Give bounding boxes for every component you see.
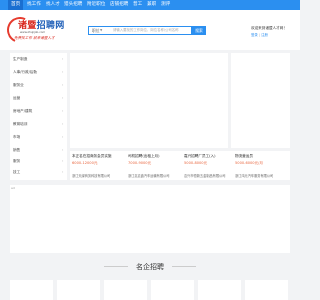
- category-item[interactable]: 运营: [13, 96, 20, 101]
- nav-find-talent[interactable]: 找人才: [46, 0, 60, 10]
- chevron-right-icon: ›: [62, 159, 64, 163]
- job-title[interactable]: 本正名在招商务会员实施: [72, 154, 112, 159]
- chevron-right-icon: ›: [62, 148, 64, 152]
- job-company[interactable]: 浙江天绿商务科技有限公司: [72, 173, 110, 178]
- chevron-right-icon: ›: [62, 122, 64, 126]
- nav-part-time[interactable]: 兼职: [147, 0, 156, 10]
- nav-shop-jobs[interactable]: 店铺招聘: [110, 0, 128, 10]
- logo-tagline: 免费找工作 就来诸暨人才: [14, 36, 55, 40]
- logo-url: www.zhujijob.com: [20, 30, 46, 34]
- ad-banner[interactable]: ad: [10, 185, 290, 253]
- chevron-right-icon: ›: [62, 83, 64, 87]
- job-title[interactable]: 嘉兴招聘厂员工(入): [184, 154, 216, 159]
- side-panel: [231, 53, 290, 148]
- company-tile[interactable]: [10, 280, 53, 300]
- job-salary: 7000-9000元: [128, 161, 152, 165]
- chevron-right-icon: ›: [62, 57, 64, 61]
- company-tile[interactable]: [151, 280, 194, 300]
- register-link[interactable]: 注册: [261, 33, 268, 37]
- job-company[interactable]: 浙江嘉嘉鑫汽车运输有限公司: [128, 173, 169, 178]
- category-item[interactable]: 市场: [13, 135, 20, 140]
- section-title: 名企招聘: [136, 263, 164, 271]
- job-salary: 5000-8000元: [184, 161, 208, 165]
- nav-assessment[interactable]: 测评: [161, 0, 170, 10]
- category-item[interactable]: 房地产/建筑: [13, 109, 32, 114]
- company-tile[interactable]: [198, 280, 241, 300]
- nav-find-job[interactable]: 找工作: [27, 0, 41, 10]
- broken-image-icon: ad: [11, 186, 15, 190]
- chevron-right-icon: ›: [62, 109, 64, 113]
- job-title[interactable]: 司机招聘(出租上月): [128, 154, 160, 159]
- nav-home[interactable]: 首页: [8, 0, 24, 10]
- category-sidebar: 生产制造 › 人事/行政/后勤 › 服务业 › 运营 › 房地产/建筑 › 教育培训 › 市…: [10, 53, 67, 180]
- login-link[interactable]: 登录: [251, 33, 258, 37]
- top-nav: 首页 找工作 找人才 猎头招聘 附近职位 店铺招聘 普工 兼职 测评: [0, 0, 300, 10]
- company-tile[interactable]: [245, 280, 288, 300]
- job-salary: 5000-6000元/月: [235, 161, 263, 165]
- category-item[interactable]: 服务业: [13, 83, 24, 88]
- chevron-right-icon: ›: [62, 70, 64, 74]
- category-item[interactable]: 服务: [13, 159, 20, 164]
- nav-headhunting[interactable]: 猎头招聘: [64, 0, 82, 10]
- job-company[interactable]: 浙江鸿元汽车服务有限公司: [235, 173, 273, 178]
- welcome-text: 欢迎来到诸暨人才网！: [251, 26, 287, 30]
- chevron-right-icon: ›: [62, 135, 64, 139]
- job-card[interactable]: 物流营运员 5000-6000元/月 浙江鸿元汽车服务有限公司: [233, 151, 290, 180]
- main-banner[interactable]: [70, 53, 228, 148]
- category-item[interactable]: 人事/行政/后勤: [13, 70, 37, 75]
- divider: [172, 266, 196, 267]
- search-button[interactable]: 搜索: [192, 26, 206, 35]
- job-card[interactable]: 嘉兴招聘厂员工(入) 5000-8000元 嘉兴市恒新五金制品有限公司: [182, 151, 239, 180]
- job-card[interactable]: 本正名在招商务会员实施 6000-12000元 浙江天绿商务科技有限公司: [70, 151, 127, 180]
- category-item[interactable]: 技工: [13, 170, 20, 175]
- chevron-down-icon[interactable]: ▼: [100, 27, 102, 34]
- auth-links: 登录 | 注册: [251, 33, 268, 37]
- job-salary: 6000-12000元: [72, 161, 98, 165]
- job-card[interactable]: 司机招聘(出租上月) 7000-9000元 浙江嘉嘉鑫汽车运输有限公司: [126, 151, 183, 180]
- company-tile[interactable]: [104, 280, 147, 300]
- search-box: 职位 ▼ 请输入要找的工作岗位，岗位名称/公司名称: [88, 26, 192, 35]
- nav-general-workers[interactable]: 普工: [133, 0, 142, 10]
- category-item[interactable]: 教育培训: [13, 122, 27, 127]
- search-category-select[interactable]: 职位: [92, 27, 100, 34]
- chevron-right-icon: ›: [62, 170, 64, 174]
- category-item[interactable]: 生产制造: [13, 57, 27, 62]
- search-input[interactable]: 请输入要找的工作岗位，岗位名称/公司名称: [113, 27, 179, 34]
- nav-nearby-jobs[interactable]: 附近职位: [87, 0, 105, 10]
- category-item[interactable]: 销售: [13, 148, 20, 153]
- company-tile[interactable]: [57, 280, 100, 300]
- job-title[interactable]: 物流营运员: [235, 154, 253, 159]
- job-company[interactable]: 嘉兴市恒新五金制品有限公司: [184, 173, 225, 178]
- chevron-right-icon: ›: [62, 96, 64, 100]
